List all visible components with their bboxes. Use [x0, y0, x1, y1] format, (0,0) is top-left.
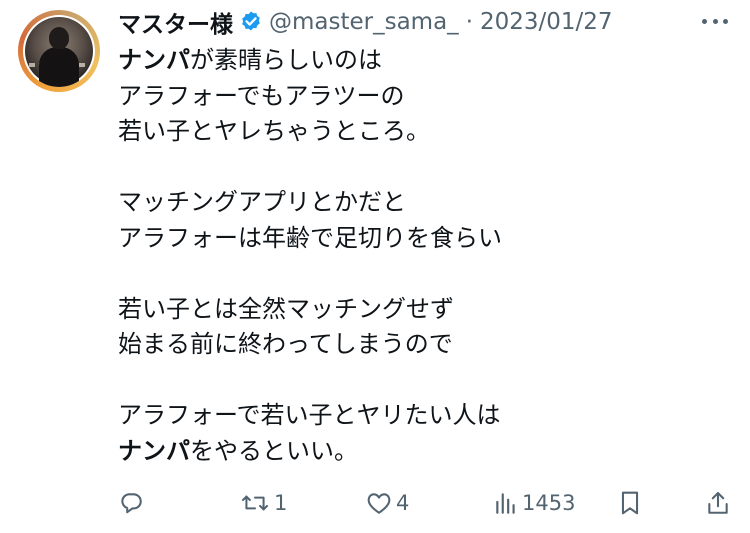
- verified-badge-icon: [239, 10, 263, 34]
- hashtag-bold-word: ナンパ: [118, 46, 190, 74]
- tweet-line: アラフォーで若い子とヤリたい人は: [118, 398, 728, 434]
- user-handle[interactable]: @master_sama_: [269, 9, 459, 35]
- avatar-story-ring[interactable]: [18, 10, 100, 92]
- avatar-photo: [25, 17, 93, 87]
- retweet-button[interactable]: 1: [240, 488, 287, 518]
- more-options-icon[interactable]: [702, 10, 728, 32]
- tweet-line: ナンパをやるといい。: [118, 434, 728, 470]
- bookmark-button[interactable]: [618, 488, 642, 518]
- tweet-line-text: マッチングアプリとかだと: [118, 188, 406, 216]
- reply-icon: [118, 490, 144, 516]
- tweet-line-text: 若い子とヤレちゃうところ。: [118, 117, 430, 145]
- share-button[interactable]: [706, 488, 730, 518]
- hashtag-bold-word: ナンパ: [118, 436, 190, 465]
- tweet-line-text: 始まる前に終わってしまうので: [118, 330, 453, 358]
- tweet-line-text: が素晴らしいのは: [190, 46, 382, 74]
- views-count: 1453: [522, 491, 576, 515]
- retweet-icon: [240, 490, 270, 516]
- display-name[interactable]: マスター様: [118, 5, 233, 39]
- tweet-text: ナンパが素晴らしいのは アラフォーでもアラツーの 若い子とヤレちゃうところ。 マ…: [118, 43, 728, 469]
- separator-dot: ·: [465, 9, 473, 35]
- tweet-line-text: 若い子とは全然マッチングせず: [118, 294, 454, 323]
- views-icon: [494, 490, 518, 516]
- tweet-line: ナンパが素晴らしいのは: [118, 43, 728, 79]
- tweet-line-text: アラフォーでもアラツーの: [118, 81, 405, 110]
- like-button[interactable]: 4: [366, 488, 409, 518]
- tweet-line-text: アラフォーで若い子とヤリたい人は: [118, 401, 501, 429]
- heart-icon: [366, 491, 392, 515]
- tweet-line-text: をやるといい。: [190, 436, 358, 465]
- tweet-line: 若い子とヤレちゃうところ。: [118, 114, 728, 150]
- retweet-count: 1: [274, 491, 288, 515]
- tweet-line-text: アラフォーは年齢で足切りを食らい: [118, 223, 502, 252]
- tweet-header: マスター様 @master_sama_ · 2023/01/27: [118, 2, 613, 42]
- bookmark-icon: [618, 490, 642, 516]
- avatar[interactable]: [23, 15, 95, 87]
- tweet-line: 若い子とは全然マッチングせず: [118, 292, 728, 328]
- tweet-line: アラフォーでもアラツーの: [118, 79, 728, 115]
- views-button[interactable]: 1453: [494, 488, 575, 518]
- like-count: 4: [396, 491, 410, 515]
- tweet-line: マッチングアプリとかだと: [118, 185, 728, 221]
- share-icon: [706, 490, 730, 516]
- tweet-line: 始まる前に終わってしまうので: [118, 327, 728, 363]
- tweet-date[interactable]: 2023/01/27: [480, 9, 613, 35]
- reply-button[interactable]: [118, 488, 144, 518]
- tweet-actions-bar: 1 4 1453: [118, 488, 738, 518]
- tweet-line: アラフォーは年齢で足切りを食らい: [118, 221, 728, 257]
